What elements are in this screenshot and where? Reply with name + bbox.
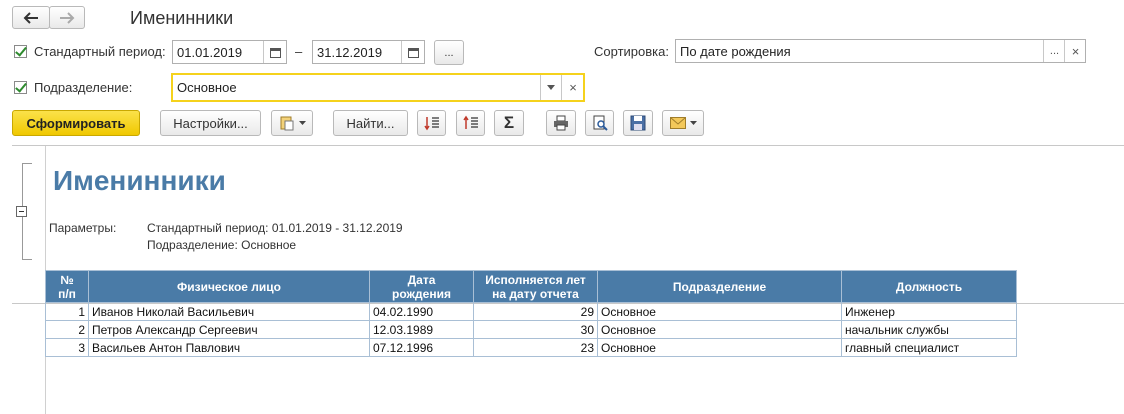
back-button[interactable] bbox=[12, 6, 50, 29]
period-checkbox[interactable] bbox=[14, 45, 27, 58]
minus-icon bbox=[19, 211, 24, 212]
period-select-button[interactable]: ... bbox=[434, 40, 464, 65]
generate-button[interactable]: Сформировать bbox=[12, 110, 140, 136]
find-button[interactable]: Найти... bbox=[333, 110, 408, 136]
column-header-number[interactable]: № п/п bbox=[45, 270, 89, 303]
column-header-birthdate[interactable]: Дата рождения bbox=[369, 270, 474, 303]
sort-desc-button[interactable] bbox=[456, 110, 485, 136]
division-checkbox[interactable] bbox=[14, 81, 27, 94]
date-separator: – bbox=[295, 44, 303, 59]
arrow-left-icon bbox=[23, 11, 38, 24]
param-division: Подразделение: Основное bbox=[147, 238, 297, 252]
period-label: Стандартный период: bbox=[34, 44, 166, 59]
division-field[interactable]: Основное × bbox=[171, 73, 585, 102]
report-title: Именинники bbox=[53, 165, 226, 196]
column-header-division[interactable]: Подразделение bbox=[597, 270, 842, 303]
chevron-down-icon bbox=[689, 121, 697, 125]
printer-icon bbox=[554, 115, 568, 131]
settings-button[interactable]: Настройки... bbox=[160, 110, 261, 136]
params-label: Параметры: bbox=[49, 221, 117, 235]
envelope-icon bbox=[669, 117, 686, 129]
print-preview-icon bbox=[593, 115, 608, 131]
send-mail-button[interactable] bbox=[662, 110, 704, 136]
sort-field[interactable]: По дате рождения ... × bbox=[675, 39, 1086, 63]
sum-button[interactable]: Σ bbox=[494, 110, 524, 136]
column-header-person[interactable]: Физическое лицо bbox=[88, 270, 370, 303]
chevron-down-icon[interactable] bbox=[540, 75, 561, 100]
print-button[interactable] bbox=[546, 110, 576, 136]
clipboard-icon bbox=[280, 116, 293, 131]
date-to-field[interactable]: 31.12.2019 bbox=[312, 40, 425, 64]
chevron-down-icon bbox=[298, 121, 306, 125]
division-clear-icon[interactable]: × bbox=[561, 75, 584, 100]
report-top-border bbox=[12, 145, 1124, 146]
date-from-field[interactable]: 01.01.2019 bbox=[172, 40, 287, 64]
preview-button[interactable] bbox=[585, 110, 614, 136]
arrow-right-icon bbox=[60, 11, 75, 24]
sort-asc-button[interactable] bbox=[417, 110, 446, 136]
sort-select-button[interactable]: ... bbox=[1043, 40, 1065, 62]
table-row[interactable]: 1 Иванов Николай Васильевич 04.02.1990 2… bbox=[45, 302, 1017, 321]
sort-ascending-icon bbox=[423, 117, 439, 131]
sort-clear-icon[interactable]: × bbox=[1064, 40, 1086, 62]
column-header-age[interactable]: Исполняется лет на дату отчета bbox=[473, 270, 598, 303]
table-header-row: № п/п Физическое лицо Дата рождения Испо… bbox=[45, 270, 1017, 303]
param-period: Стандартный период: 01.01.2019 - 31.12.2… bbox=[147, 221, 403, 235]
save-button[interactable] bbox=[623, 110, 653, 136]
floppy-disk-icon bbox=[630, 115, 646, 131]
table-row[interactable]: 2 Петров Александр Сергеевич 12.03.1989 … bbox=[45, 320, 1017, 339]
calendar-icon[interactable] bbox=[401, 41, 425, 63]
collapse-group-button[interactable] bbox=[16, 206, 27, 217]
column-header-position[interactable]: Должность bbox=[841, 270, 1017, 303]
report-table: № п/п Физическое лицо Дата рождения Испо… bbox=[45, 270, 1017, 357]
window-title: Именинники bbox=[130, 8, 234, 28]
table-row[interactable]: 3 Васильев Антон Павлович 07.12.1996 23 … bbox=[45, 338, 1017, 357]
division-label: Подразделение: bbox=[34, 80, 133, 95]
forward-button[interactable] bbox=[49, 6, 85, 29]
variant-menu-button[interactable] bbox=[271, 110, 313, 136]
calendar-icon[interactable] bbox=[263, 41, 287, 63]
sort-descending-icon bbox=[462, 115, 478, 129]
sort-label: Сортировка: bbox=[594, 44, 669, 59]
